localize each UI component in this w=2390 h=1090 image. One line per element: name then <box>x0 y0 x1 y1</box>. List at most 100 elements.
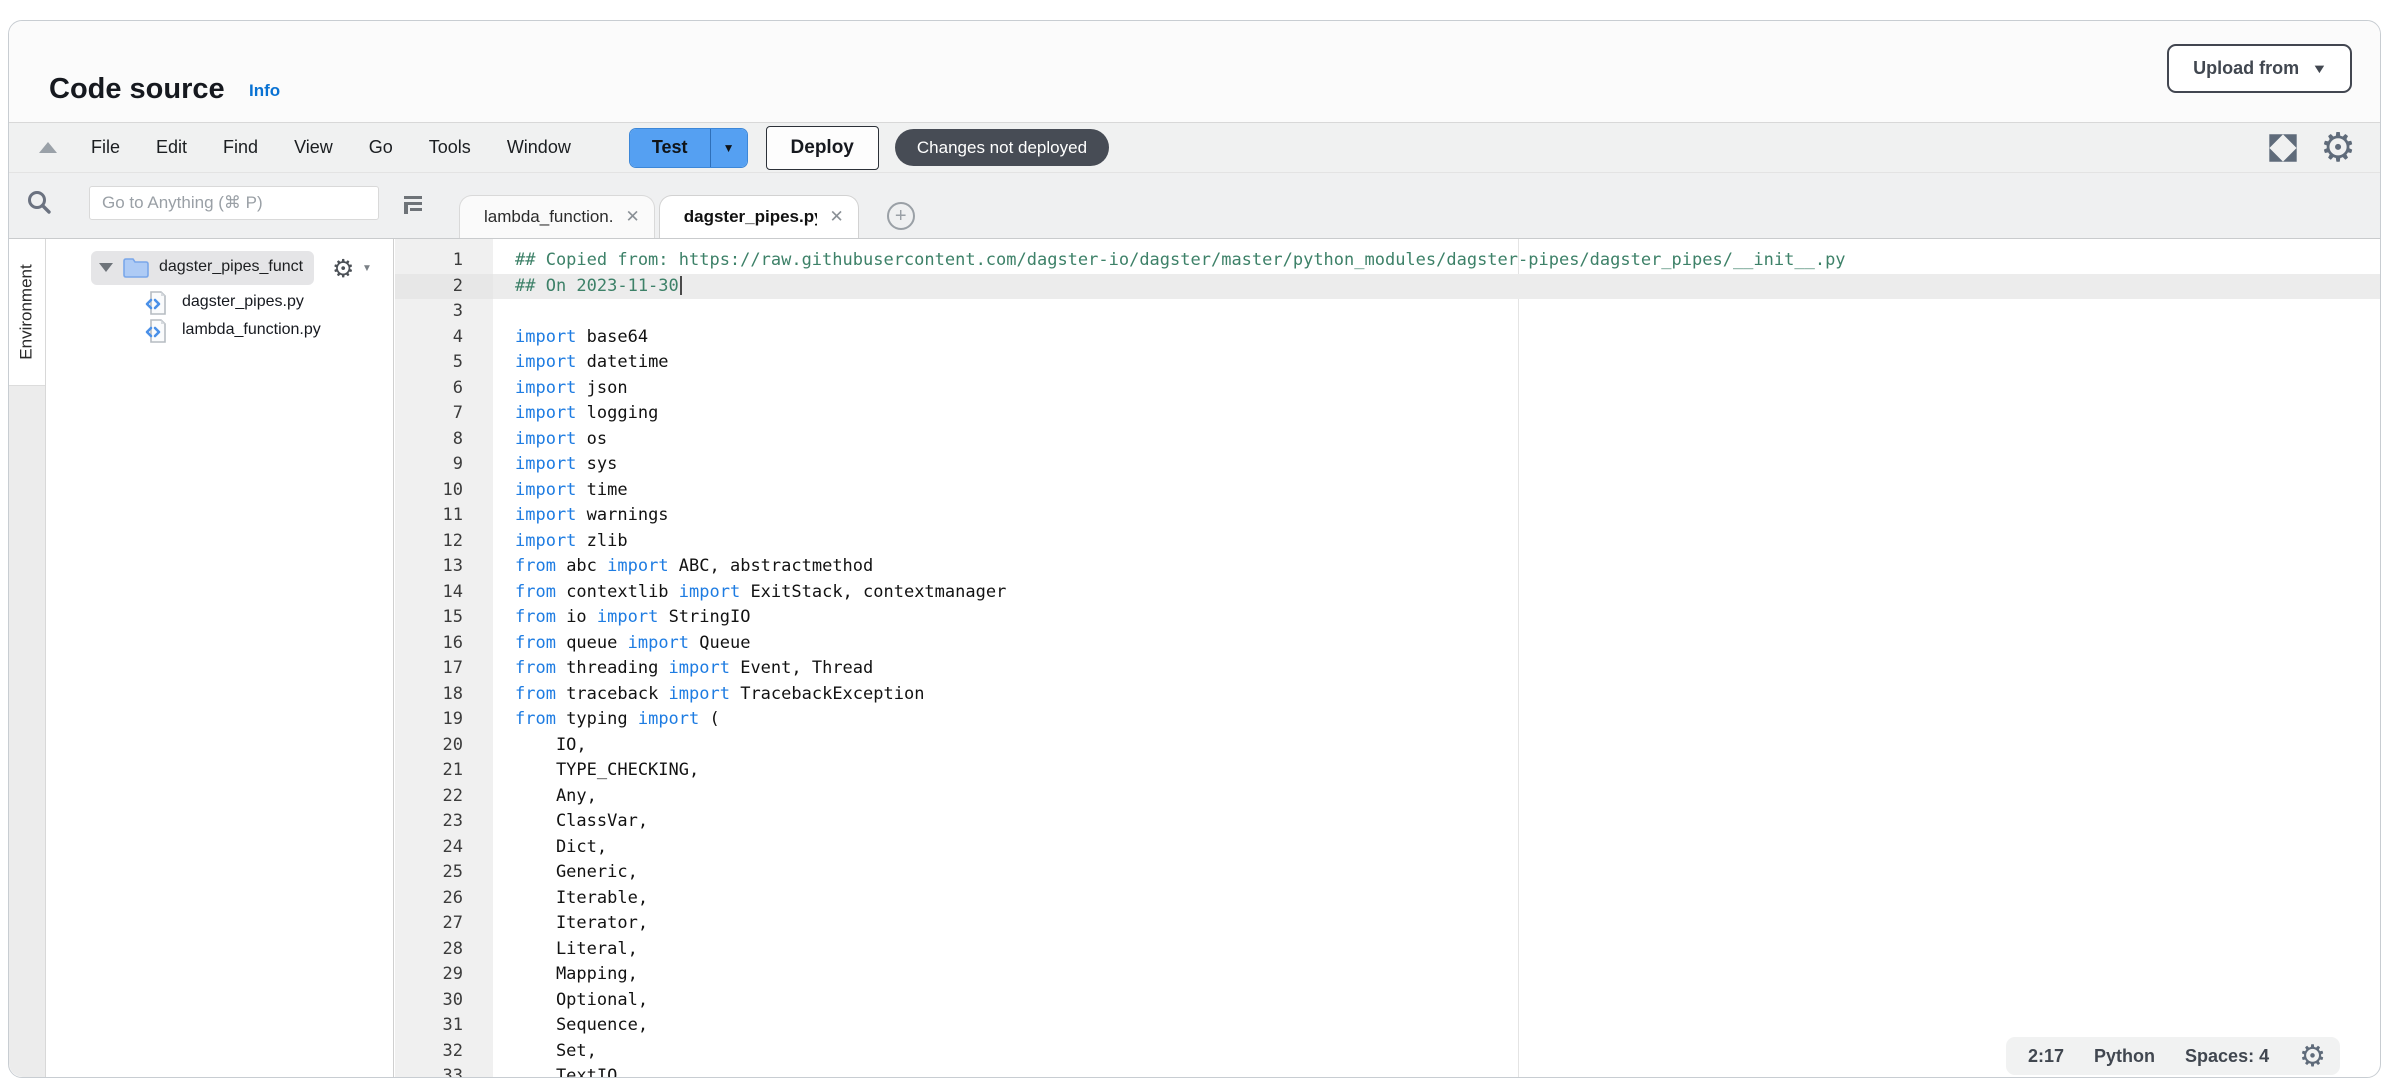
tab-dagster_pipes-py[interactable]: dagster_pipes.py✕ <box>659 195 859 238</box>
tree-file-dagster_pipes-py[interactable]: dagster_pipes.py <box>46 289 393 317</box>
code-text: io <box>556 607 597 627</box>
code-line-2[interactable]: ## On 2023-11-30 <box>493 274 2380 300</box>
code-text: abc <box>556 556 607 576</box>
collapse-pane-icon[interactable] <box>39 142 57 153</box>
indentation-setting[interactable]: Spaces: 4 <box>2185 1046 2269 1067</box>
code-line-7[interactable]: import logging <box>493 401 2380 427</box>
tab-list-icon[interactable] <box>401 193 425 217</box>
editor-tabs: lambda_function.✕dagster_pipes.py✕ + <box>459 190 915 238</box>
line-number: 21 <box>395 758 493 784</box>
language-mode[interactable]: Python <box>2094 1046 2155 1067</box>
code-line-20[interactable]: IO, <box>493 733 2380 759</box>
code-line-6[interactable]: import json <box>493 376 2380 402</box>
code-text: Any, <box>515 786 597 806</box>
code-text: Iterable, <box>515 888 648 908</box>
code-text: Sequence, <box>515 1015 648 1035</box>
code-line-1[interactable]: ## Copied from: https://raw.githubuserco… <box>493 248 2380 274</box>
code-line-15[interactable]: from io import StringIO <box>493 605 2380 631</box>
code-line-11[interactable]: import warnings <box>493 503 2380 529</box>
code-line-18[interactable]: from traceback import TracebackException <box>493 682 2380 708</box>
menu-item-edit[interactable]: Edit <box>156 137 187 158</box>
code-line-30[interactable]: Optional, <box>493 988 2380 1014</box>
menu-item-go[interactable]: Go <box>369 137 393 158</box>
code-keyword: from <box>515 709 556 729</box>
code-line-16[interactable]: from queue import Queue <box>493 631 2380 657</box>
code-line-27[interactable]: Iterator, <box>493 911 2380 937</box>
info-link[interactable]: Info <box>249 81 280 101</box>
line-number: 29 <box>395 962 493 988</box>
code-line-17[interactable]: from threading import Event, Thread <box>493 656 2380 682</box>
code-line-29[interactable]: Mapping, <box>493 962 2380 988</box>
chevron-down-icon: ▼ <box>2312 61 2328 76</box>
code-line-4[interactable]: import base64 <box>493 325 2380 351</box>
code-line-13[interactable]: from abc import ABC, abstractmethod <box>493 554 2380 580</box>
code-line-19[interactable]: from typing import ( <box>493 707 2380 733</box>
fullscreen-expand-icon[interactable] <box>2268 133 2298 163</box>
tab-lambda_function-[interactable]: lambda_function.✕ <box>459 195 655 238</box>
line-number: 28 <box>395 937 493 963</box>
code-area[interactable]: ## Copied from: https://raw.githubuserco… <box>493 239 2380 1077</box>
code-line-3[interactable] <box>493 299 2380 325</box>
code-text: threading <box>556 658 669 678</box>
go-to-anything-input[interactable] <box>89 186 379 220</box>
code-line-10[interactable]: import time <box>493 478 2380 504</box>
new-tab-button[interactable]: + <box>887 202 915 230</box>
menu-item-tools[interactable]: Tools <box>429 137 471 158</box>
code-line-14[interactable]: from contextlib import ExitStack, contex… <box>493 580 2380 606</box>
tab-close-icon[interactable]: ✕ <box>625 207 639 227</box>
tree-folder-row[interactable]: dagster_pipes_funct ⚙ ▼ <box>46 251 393 285</box>
test-dropdown-arrow[interactable]: ▼ <box>710 129 747 167</box>
line-number: 12 <box>395 529 493 555</box>
search-icon <box>26 189 52 215</box>
code-text: Set, <box>515 1041 597 1061</box>
upload-from-button[interactable]: Upload from ▼ <box>2167 44 2352 93</box>
tab-close-icon[interactable]: ✕ <box>829 207 843 227</box>
code-text: logging <box>576 403 658 423</box>
code-line-12[interactable]: import zlib <box>493 529 2380 555</box>
panel-header: Code source Info Upload from ▼ <box>9 21 2380 122</box>
code-line-24[interactable]: Dict, <box>493 835 2380 861</box>
line-number: 24 <box>395 835 493 861</box>
code-line-25[interactable]: Generic, <box>493 860 2380 886</box>
code-line-31[interactable]: Sequence, <box>493 1013 2380 1039</box>
code-text: IO, <box>515 735 587 755</box>
menu-item-file[interactable]: File <box>91 137 120 158</box>
code-line-26[interactable]: Iterable, <box>493 886 2380 912</box>
code-text: ( <box>699 709 719 729</box>
settings-gear-icon[interactable]: ⚙ <box>2320 128 2356 168</box>
test-button[interactable]: Test ▼ <box>629 128 748 168</box>
search-tab-band: lambda_function.✕dagster_pipes.py✕ + <box>9 173 2380 239</box>
code-line-28[interactable]: Literal, <box>493 937 2380 963</box>
cursor-position[interactable]: 2:17 <box>2028 1046 2064 1067</box>
tree-settings-gear-icon[interactable]: ⚙ <box>332 254 354 283</box>
statusbar-gear-icon[interactable]: ⚙ <box>2299 1039 2326 1074</box>
menu-item-find[interactable]: Find <box>223 137 258 158</box>
upload-from-label: Upload from <box>2193 58 2299 79</box>
code-text: Queue <box>689 633 750 653</box>
code-keyword: from <box>515 658 556 678</box>
code-line-23[interactable]: ClassVar, <box>493 809 2380 835</box>
chevron-down-icon: ▼ <box>723 141 735 155</box>
line-number: 22 <box>395 784 493 810</box>
code-line-22[interactable]: Any, <box>493 784 2380 810</box>
menu-item-window[interactable]: Window <box>507 137 571 158</box>
code-text: TYPE_CHECKING, <box>515 760 699 780</box>
code-line-5[interactable]: import datetime <box>493 350 2380 376</box>
deploy-button[interactable]: Deploy <box>766 126 879 170</box>
code-line-21[interactable]: TYPE_CHECKING, <box>493 758 2380 784</box>
code-text: Iterator, <box>515 913 648 933</box>
code-keyword: import <box>638 709 699 729</box>
code-line-8[interactable]: import os <box>493 427 2380 453</box>
code-line-9[interactable]: import sys <box>493 452 2380 478</box>
line-number: 15 <box>395 605 493 631</box>
environment-strip: Environment <box>9 239 46 1077</box>
text-cursor <box>680 276 682 295</box>
tree-file-lambda_function-py[interactable]: lambda_function.py <box>46 317 393 345</box>
folder-caret-icon[interactable] <box>99 263 113 272</box>
menu-item-view[interactable]: View <box>294 137 333 158</box>
code-keyword: import <box>515 454 576 474</box>
environment-tab[interactable]: Environment <box>9 239 45 386</box>
python-file-icon <box>143 318 169 344</box>
test-button-label[interactable]: Test <box>630 129 710 167</box>
code-text: Generic, <box>515 862 638 882</box>
